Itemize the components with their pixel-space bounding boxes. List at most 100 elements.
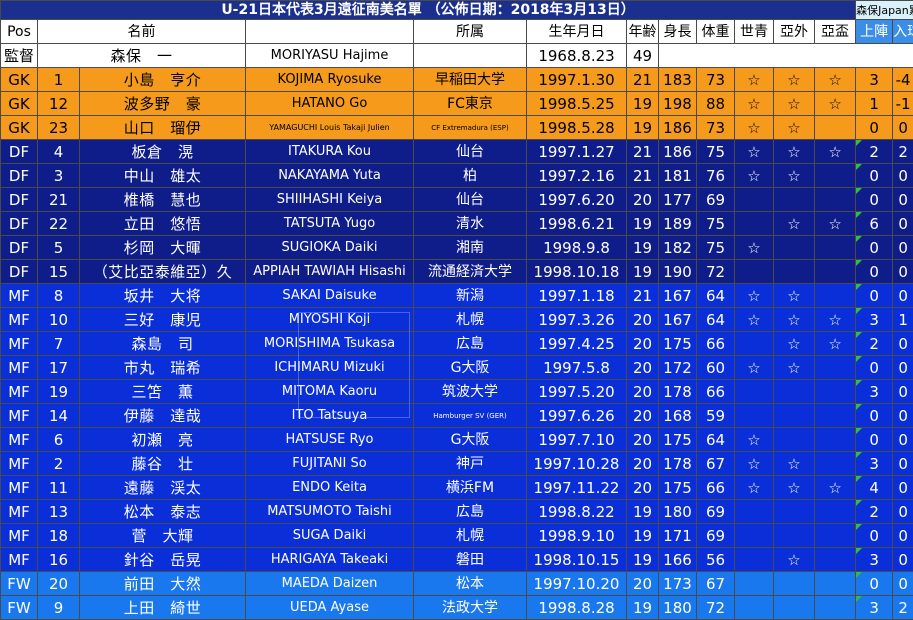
player-row: MF6初瀬 亮HATSUSE RyoG大阪1997.7.102017564☆00 bbox=[1, 428, 913, 452]
player-caps: 0 bbox=[856, 572, 893, 596]
asia-qualifier-star bbox=[774, 404, 815, 428]
asian-cup-star: ☆ bbox=[815, 476, 856, 500]
player-height: 167 bbox=[659, 308, 697, 332]
asia-qualifier-star: ☆ bbox=[774, 548, 815, 572]
player-age: 19 bbox=[627, 236, 659, 260]
player-height: 186 bbox=[659, 140, 697, 164]
player-goals: -4 bbox=[893, 68, 913, 92]
player-weight: 59 bbox=[697, 404, 735, 428]
player-caps: 2 bbox=[856, 140, 893, 164]
coach-name: 森保 一 bbox=[38, 44, 246, 68]
player-dob: 1997.10.28 bbox=[527, 452, 627, 476]
player-club: 清水 bbox=[414, 212, 527, 236]
player-number: 4 bbox=[38, 140, 80, 164]
asia-qualifier-star: ☆ bbox=[774, 140, 815, 164]
player-age: 20 bbox=[627, 572, 659, 596]
roster-table: U-21日本代表3月遠征南美名單 （公佈日期：2018年3月13日） 森保Jap… bbox=[0, 0, 913, 620]
player-club: 松本 bbox=[414, 572, 527, 596]
player-dob: 1997.2.16 bbox=[527, 164, 627, 188]
player-weight: 60 bbox=[697, 356, 735, 380]
player-roman: KOJIMA Ryosuke bbox=[246, 68, 414, 92]
player-age: 20 bbox=[627, 308, 659, 332]
player-number: 21 bbox=[38, 188, 80, 212]
player-caps: 0 bbox=[856, 404, 893, 428]
header-club: 所属 bbox=[414, 20, 527, 44]
player-name: 小島 亨介 bbox=[80, 68, 246, 92]
header-asian-cup: 亞盃 bbox=[815, 20, 856, 44]
player-goals: 0 bbox=[893, 260, 913, 284]
player-name: 市丸 瑞希 bbox=[80, 356, 246, 380]
asia-qualifier-star: ☆ bbox=[774, 284, 815, 308]
player-height: 167 bbox=[659, 284, 697, 308]
player-club: 横浜FM bbox=[414, 476, 527, 500]
asian-cup-star: ☆ bbox=[815, 140, 856, 164]
player-weight: 75 bbox=[697, 212, 735, 236]
header-world-youth: 世青 bbox=[735, 20, 774, 44]
player-weight: 64 bbox=[697, 308, 735, 332]
world-youth-star bbox=[735, 596, 774, 620]
world-youth-star: ☆ bbox=[735, 428, 774, 452]
coach-club bbox=[414, 44, 527, 68]
player-number: 3 bbox=[38, 164, 80, 188]
world-youth-star: ☆ bbox=[735, 236, 774, 260]
player-caps: 0 bbox=[856, 356, 893, 380]
sheet-title: U-21日本代表3月遠征南美名單 （公佈日期：2018年3月13日） bbox=[1, 1, 856, 20]
player-roman: TATSUTA Yugo bbox=[246, 212, 414, 236]
player-roman: MIYOSHI Koji bbox=[246, 308, 414, 332]
player-height: 172 bbox=[659, 356, 697, 380]
header-weight: 体重 bbox=[697, 20, 735, 44]
player-age: 19 bbox=[627, 524, 659, 548]
player-club: CF Extremadura (ESP) bbox=[414, 116, 527, 140]
world-youth-star bbox=[735, 260, 774, 284]
world-youth-star: ☆ bbox=[735, 476, 774, 500]
player-dob: 1997.3.26 bbox=[527, 308, 627, 332]
player-goals: 0 bbox=[893, 452, 913, 476]
player-row: MF17市丸 瑞希ICHIMARU MizukiG大阪1997.5.820172… bbox=[1, 356, 913, 380]
player-height: 186 bbox=[659, 116, 697, 140]
asia-qualifier-star bbox=[774, 596, 815, 620]
player-goals: 0 bbox=[893, 236, 913, 260]
player-age: 19 bbox=[627, 212, 659, 236]
player-caps: 3 bbox=[856, 452, 893, 476]
player-row: DF22立田 悠悟TATSUTA Yugo清水1998.6.211918975☆… bbox=[1, 212, 913, 236]
world-youth-star: ☆ bbox=[735, 308, 774, 332]
player-goals: 0 bbox=[893, 356, 913, 380]
player-name: 伊藤 達哉 bbox=[80, 404, 246, 428]
player-name: 立田 悠悟 bbox=[80, 212, 246, 236]
player-roman: APPIAH TAWIAH Hisashi bbox=[246, 260, 414, 284]
player-pos: MF bbox=[1, 284, 38, 308]
player-dob: 1997.1.30 bbox=[527, 68, 627, 92]
player-age: 19 bbox=[627, 596, 659, 620]
player-pos: MF bbox=[1, 308, 38, 332]
roster-sheet: U-21日本代表3月遠征南美名單 （公佈日期：2018年3月13日） 森保Jap… bbox=[0, 0, 913, 619]
header-roman bbox=[246, 20, 414, 44]
player-dob: 1997.11.22 bbox=[527, 476, 627, 500]
player-height: 178 bbox=[659, 452, 697, 476]
player-dob: 1997.6.20 bbox=[527, 188, 627, 212]
player-row: FW20前田 大然MAEDA Daizen松本1997.10.202017367… bbox=[1, 572, 913, 596]
player-weight: 64 bbox=[697, 428, 735, 452]
player-caps: 0 bbox=[856, 164, 893, 188]
player-height: 189 bbox=[659, 212, 697, 236]
player-weight: 73 bbox=[697, 116, 735, 140]
player-pos: DF bbox=[1, 260, 38, 284]
player-name: 初瀬 亮 bbox=[80, 428, 246, 452]
world-youth-star: ☆ bbox=[735, 140, 774, 164]
title-row: U-21日本代表3月遠征南美名單 （公佈日期：2018年3月13日） 森保Jap… bbox=[1, 1, 913, 20]
asia-qualifier-star: ☆ bbox=[774, 116, 815, 140]
player-name: 坂井 大将 bbox=[80, 284, 246, 308]
player-roman: ICHIMARU Mizuki bbox=[246, 356, 414, 380]
player-row: MF16針谷 岳晃HARIGAYA Takeaki磐田1998.10.15191… bbox=[1, 548, 913, 572]
player-height: 183 bbox=[659, 68, 697, 92]
player-club: 筑波大学 bbox=[414, 380, 527, 404]
player-caps: 4 bbox=[856, 476, 893, 500]
player-caps: 0 bbox=[856, 428, 893, 452]
player-pos: DF bbox=[1, 164, 38, 188]
player-weight: 67 bbox=[697, 452, 735, 476]
player-height: 178 bbox=[659, 380, 697, 404]
player-club: 磐田 bbox=[414, 548, 527, 572]
player-roman: SUGA Daiki bbox=[246, 524, 414, 548]
player-goals: 0 bbox=[893, 212, 913, 236]
coach-row: 監督 森保 一 MORIYASU Hajime 1968.8.23 49 bbox=[1, 44, 913, 68]
player-club: 神戸 bbox=[414, 452, 527, 476]
